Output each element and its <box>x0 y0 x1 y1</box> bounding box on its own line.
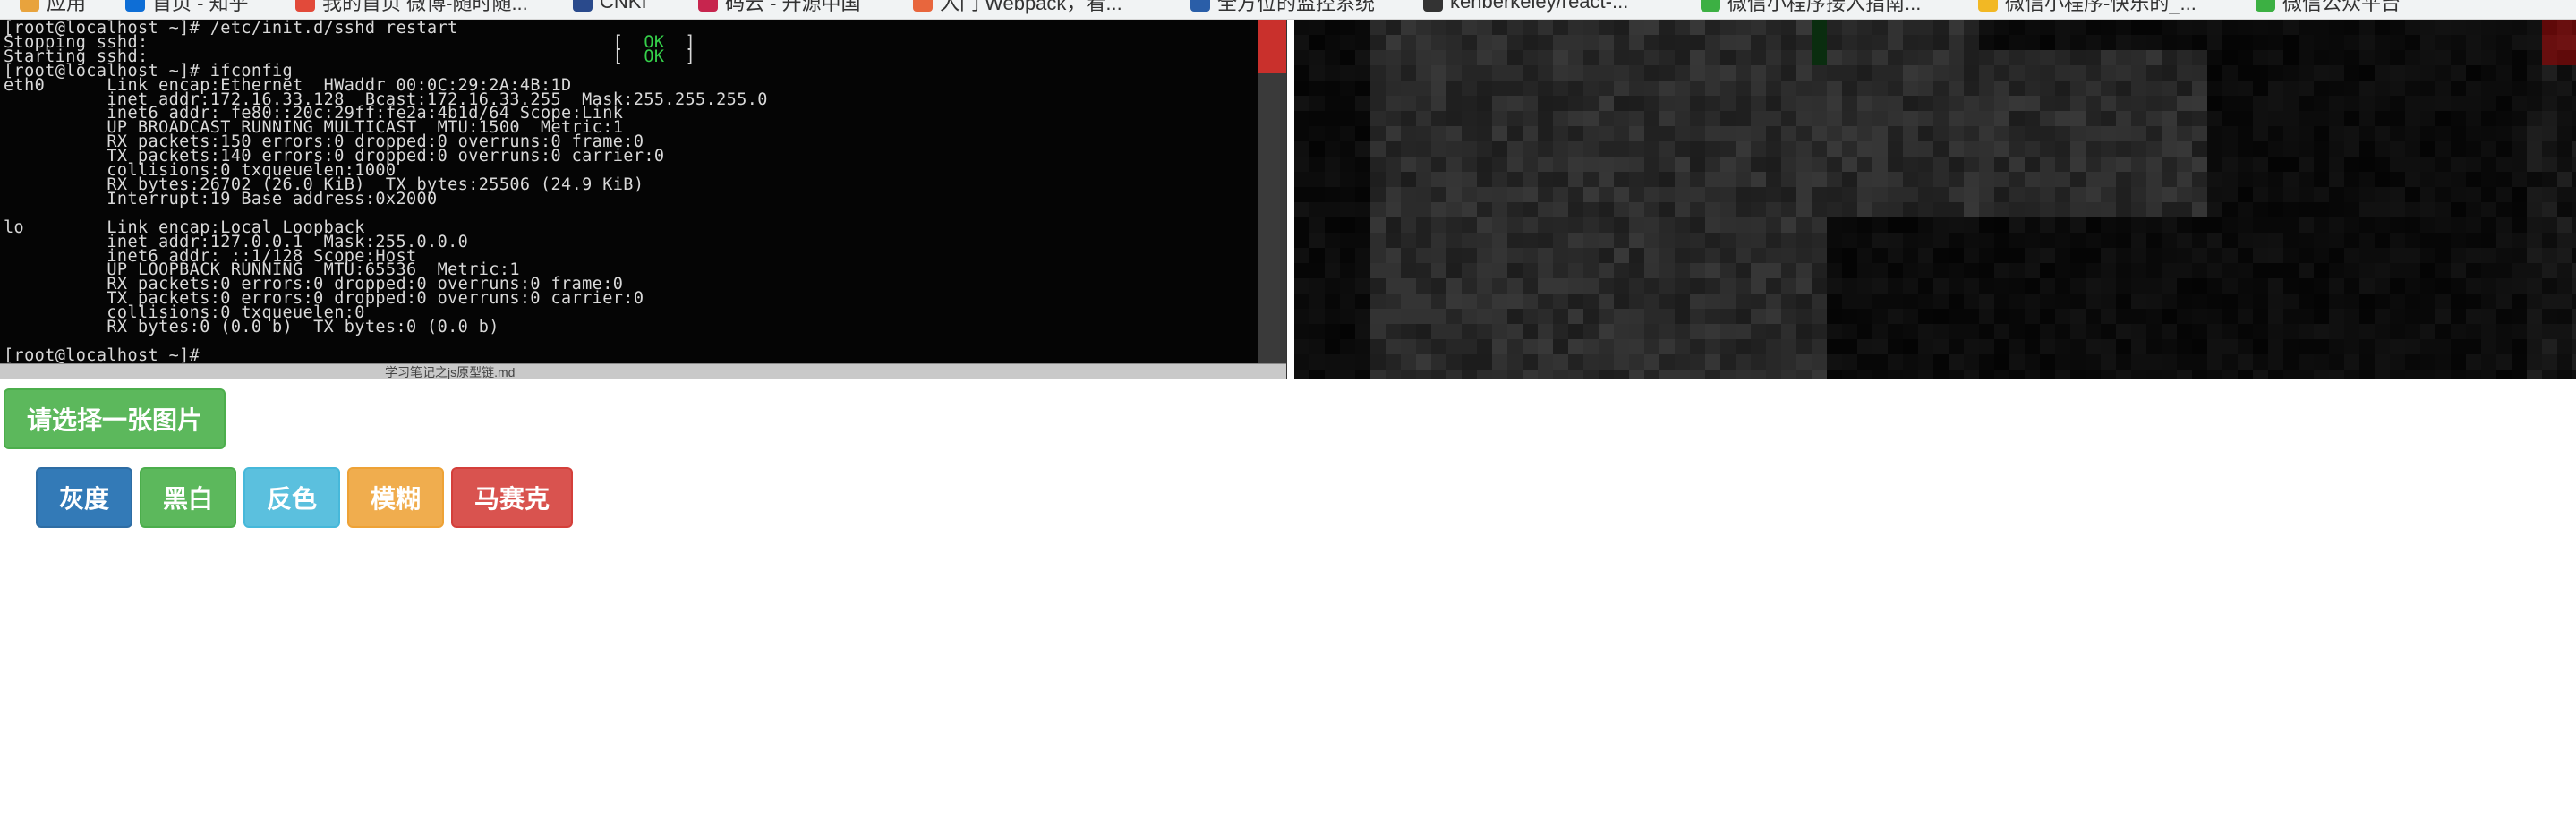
bookmark-label: 全方位的监控系统 <box>1217 0 1376 14</box>
bookmark-favicon-icon <box>698 0 718 12</box>
bookmark-item[interactable]: 微信小程序-快乐的_... <box>1978 0 2196 14</box>
bookmark-item[interactable]: 全方位的监控系统 <box>1190 0 1376 14</box>
mosaic-canvas <box>1294 20 2576 379</box>
bookmark-label: 入门 Webpack，看... <box>940 0 1122 14</box>
bookmark-favicon-icon <box>1190 0 1210 12</box>
bookmark-item[interactable]: CNKI <box>573 0 647 13</box>
terminal-text: [root@localhost ~]# /etc/init.d/sshd res… <box>4 20 1257 365</box>
processed-image-mosaic <box>1294 20 2576 379</box>
bookmark-favicon-icon <box>125 0 145 12</box>
bookmark-item[interactable]: 我的首页 微博-随时随... <box>295 0 528 14</box>
original-image: [root@localhost ~]# /etc/init.d/sshd res… <box>0 20 1287 379</box>
bookmark-label: CNKI <box>600 0 647 13</box>
bookmark-item[interactable]: kenberkeley/react-... <box>1423 0 1628 13</box>
bookmark-item[interactable]: 应用 <box>20 0 87 14</box>
bookmark-label: 应用 <box>47 0 87 14</box>
bookmark-item[interactable]: 首页 - 知乎 <box>125 0 249 14</box>
choose-image-button[interactable]: 请选择一张图片 <box>4 388 226 449</box>
image-edge-strip <box>1258 20 1286 379</box>
bookmark-label: 微信小程序接入指南... <box>1727 0 1922 14</box>
bookmark-favicon-icon <box>913 0 933 12</box>
bookmark-item[interactable]: 微信公众平台 <box>2256 0 2401 14</box>
mosaic-button[interactable]: 马赛克 <box>451 467 573 528</box>
terminal-line: Interrupt:19 Base address:0x2000 <box>4 189 438 208</box>
grayscale-button[interactable]: 灰度 <box>36 467 132 528</box>
terminal-line: RX bytes:0 (0.0 b) TX bytes:0 (0.0 b) <box>4 318 499 337</box>
bookmark-favicon-icon <box>573 0 593 12</box>
terminal-line: [root@localhost ~]# _ <box>4 345 221 365</box>
bookmark-label: 码云 - 开源中国 <box>725 0 861 14</box>
image-taskbar: 学习笔记之js原型链.md <box>0 363 1286 379</box>
bookmark-label: 我的首页 微博-随时随... <box>322 0 528 14</box>
bookmark-label: 微信公众平台 <box>2282 0 2401 14</box>
bookmark-favicon-icon <box>1978 0 1998 12</box>
black-white-button[interactable]: 黑白 <box>140 467 236 528</box>
bookmark-label: kenberkeley/react-... <box>1450 0 1629 13</box>
bookmark-favicon-icon <box>1423 0 1443 12</box>
bookmarks-bar: 应用 首页 - 知乎 我的首页 微博-随时随... CNKI 码云 - 开源中国 入门 W… <box>0 0 2576 20</box>
bookmark-favicon-icon <box>295 0 315 12</box>
bookmark-label: 首页 - 知乎 <box>152 0 249 14</box>
bookmark-item[interactable]: 码云 - 开源中国 <box>698 0 861 14</box>
bookmark-favicon-icon <box>2256 0 2275 12</box>
bookmark-item[interactable]: 微信小程序接入指南... <box>1701 0 1922 14</box>
blur-button[interactable]: 模糊 <box>347 467 444 528</box>
invert-button[interactable]: 反色 <box>243 467 340 528</box>
bookmark-item[interactable]: 入门 Webpack，看... <box>913 0 1122 14</box>
bookmark-label: 微信小程序-快乐的_... <box>2005 0 2196 14</box>
bookmark-favicon-icon <box>20 0 39 12</box>
bookmark-favicon-icon <box>1701 0 1720 12</box>
